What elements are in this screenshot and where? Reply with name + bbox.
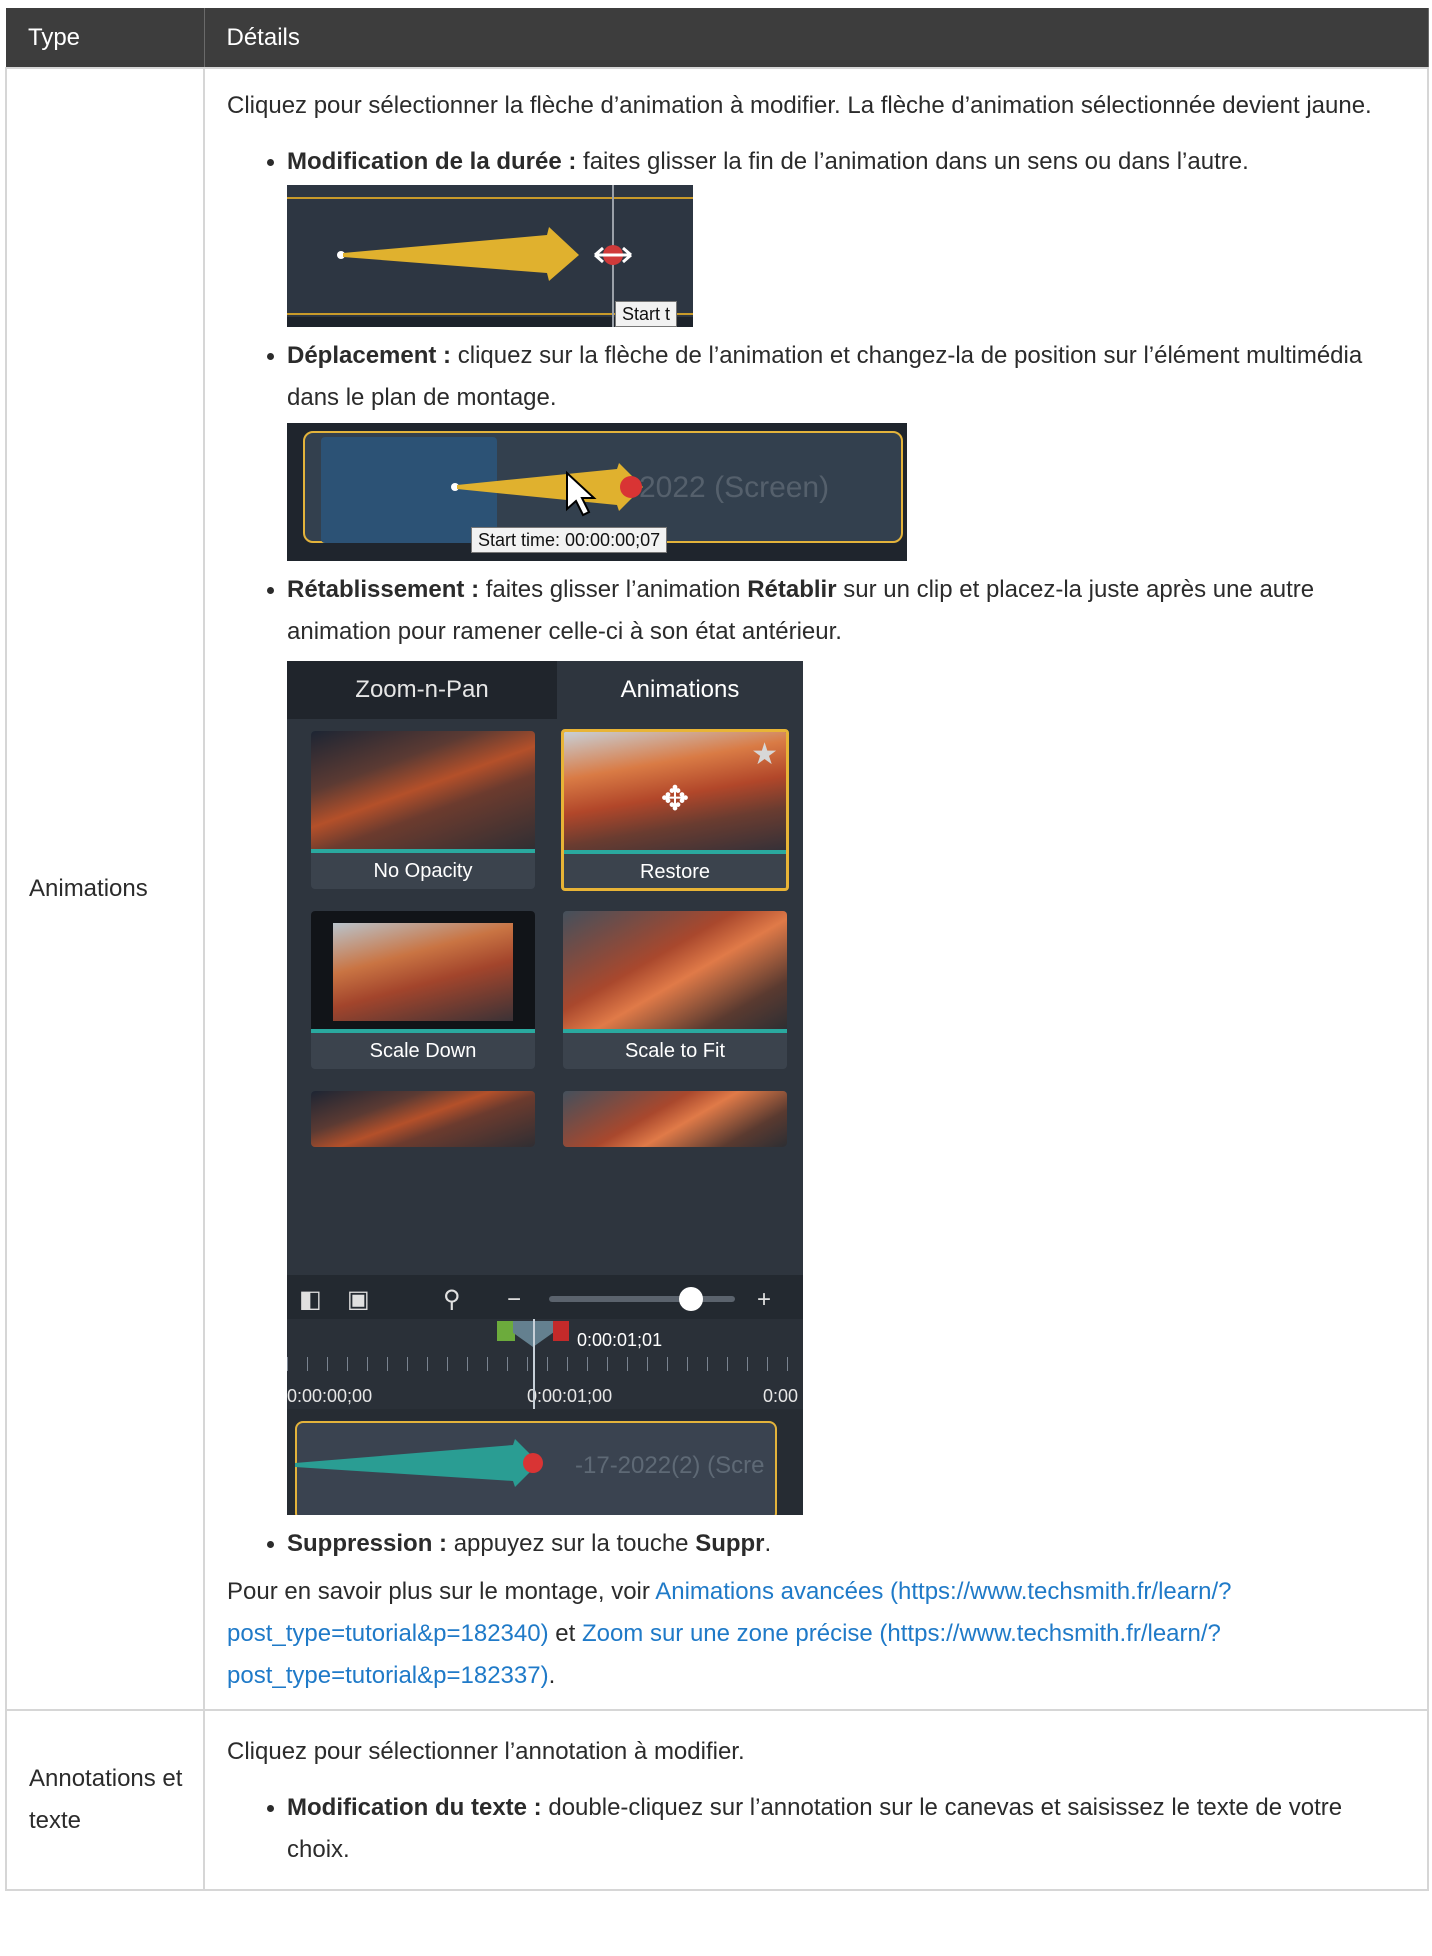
row-details-animations: Cliquez pour sélectionner la flèche d’an… xyxy=(203,67,1429,1711)
row-type-animations: Animations xyxy=(5,67,205,1711)
table-row: Annotations et texte Cliquez pour sélect… xyxy=(5,1709,1429,1891)
header-type: Type xyxy=(6,8,205,68)
list-item: Modification du texte : double-cliquez s… xyxy=(263,1787,1409,1871)
bullet-title: Rétablissement : xyxy=(287,576,480,603)
animation-arrow xyxy=(295,1439,543,1487)
list-item: Rétablissement : faites glisser l’animat… xyxy=(263,569,1409,1515)
card-label: No Opacity xyxy=(373,860,473,882)
card-thumbnail xyxy=(311,731,535,851)
timeline-toolbar: ◧ ▣ ⚲ − + xyxy=(287,1275,803,1319)
zoom-slider[interactable] xyxy=(549,1296,735,1302)
bullet-title: Modification de la durée : xyxy=(287,148,577,175)
annotations-bullet-list: Modification du texte : double-cliquez s… xyxy=(263,1787,1409,1871)
card-label: Scale to Fit xyxy=(624,1040,726,1062)
bullet-title: Suppression : xyxy=(287,1530,448,1557)
bullet-text: . xyxy=(764,1530,772,1557)
search-icon[interactable]: ⚲ xyxy=(443,1279,461,1321)
timeline-track: -17-2022(2) (Scre xyxy=(287,1409,803,1515)
bullet-text: appuyez sur la touche xyxy=(447,1530,696,1557)
playhead-time: 0:00:01;01 xyxy=(577,1330,663,1350)
tab-animations[interactable]: Animations xyxy=(557,661,803,719)
card-partial[interactable] xyxy=(563,1091,787,1147)
restore-keyword: Rétablir xyxy=(747,576,837,603)
timeline-ruler[interactable]: 0:00:01;01 0:00:00;00 0:00:01;00 0:00 xyxy=(287,1319,803,1515)
header-details: Détails xyxy=(204,8,1429,68)
annotations-intro: Cliquez pour sélectionner l’annotation à… xyxy=(227,1738,745,1765)
card-partial[interactable] xyxy=(311,1091,535,1147)
card-scale-down[interactable]: Scale Down xyxy=(311,911,535,1069)
list-item: Suppression : appuyez sur la touche Supp… xyxy=(263,1523,1409,1565)
animations-intro: Cliquez pour sélectionner la flèche d’an… xyxy=(227,92,1372,119)
table-row: Animations Cliquez pour sélectionner la … xyxy=(5,67,1429,1711)
bullet-text: faites glisser l’animation xyxy=(479,576,748,603)
animations-bullet-list: Modification de la durée : faites glisse… xyxy=(263,141,1409,1565)
suppr-key: Suppr xyxy=(695,1530,765,1557)
zoom-in-icon[interactable]: + xyxy=(757,1279,771,1321)
animations-outro: Pour en savoir plus sur le montage, voir… xyxy=(227,1578,1232,1689)
table-header-row: Type Détails xyxy=(6,8,1429,68)
out-marker[interactable] xyxy=(553,1321,569,1341)
restore-illustration: Zoom-n-Pan Animations No Opacity Restore… xyxy=(287,661,803,1515)
split-icon[interactable]: ◧ xyxy=(299,1279,322,1321)
animation-library: No Opacity Restore ★ ✥ Scale Down Scale … xyxy=(287,719,803,1331)
tab-zoom-n-pan[interactable]: Zoom-n-Pan xyxy=(287,661,557,719)
zoom-out-icon[interactable]: − xyxy=(507,1279,521,1321)
start-time-tooltip: Start time: 00:00:00;07 xyxy=(471,527,668,553)
card-restore[interactable]: Restore ★ ✥ xyxy=(561,729,789,891)
card-no-opacity[interactable]: No Opacity xyxy=(311,731,535,889)
camera-icon[interactable]: ▣ xyxy=(347,1279,370,1321)
card-label: Restore xyxy=(639,861,711,883)
card-thumbnail xyxy=(311,911,535,1031)
card-scale-to-fit[interactable]: Scale to Fit xyxy=(563,911,787,1069)
bullet-text: faites glisser la fin de l’animation dan… xyxy=(576,148,1249,175)
favorite-star-icon[interactable]: ★ xyxy=(751,734,778,776)
bullet-title: Déplacement : xyxy=(287,342,452,369)
list-item: Déplacement : cliquez sur la flèche de l… xyxy=(263,335,1409,561)
row-details-annotations: Cliquez pour sélectionner l’annotation à… xyxy=(203,1709,1429,1891)
move-illustration: 2022 (Screen) Start time: 00:00:00;07 xyxy=(287,423,907,561)
card-thumbnail xyxy=(563,911,787,1031)
details-table: Type Détails Animations Cliquez pour sél… xyxy=(5,8,1429,1891)
row-type-annotations: Annotations et texte xyxy=(5,1709,205,1891)
move-cursor-icon: ✥ xyxy=(660,780,690,818)
tab-bar: Zoom-n-Pan Animations xyxy=(287,661,803,719)
zoom-slider-knob[interactable] xyxy=(679,1287,703,1311)
bullet-title: Modification du texte : xyxy=(287,1794,542,1821)
duration-illustration: Start t xyxy=(287,185,693,327)
list-item: Modification de la durée : faites glisse… xyxy=(263,141,1409,327)
start-time-tooltip: Start t xyxy=(615,301,678,327)
card-label: Scale Down xyxy=(369,1040,477,1062)
in-marker[interactable] xyxy=(497,1321,515,1341)
